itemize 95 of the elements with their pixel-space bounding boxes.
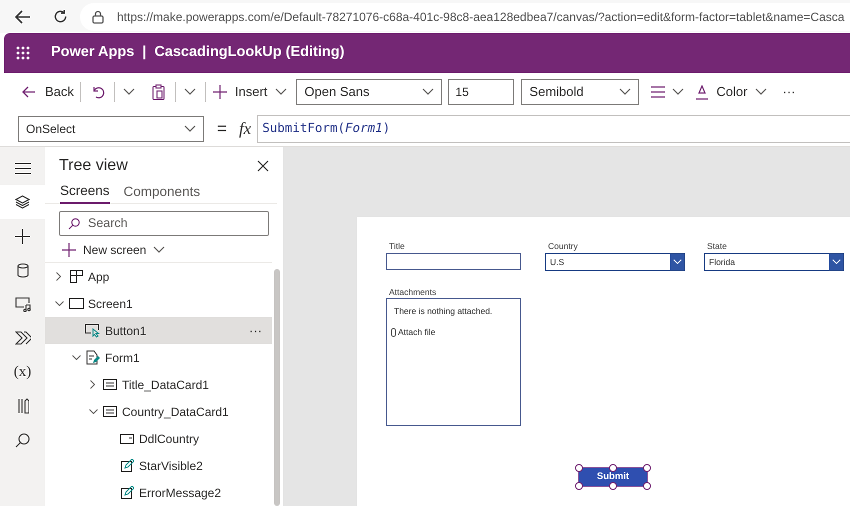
address-bar[interactable]: https://make.powerapps.com/e/Default-78271076-c68a-401c-98c8-aea128edbea7/canvas/?action=edit&form-factor=tablet&name=Casca — [80, 2, 850, 30]
card-icon — [103, 379, 117, 390]
panel-title: Tree view — [59, 156, 128, 176]
search-field[interactable]: Search — [59, 210, 269, 236]
more-options-icon[interactable]: ··· — [249, 320, 262, 340]
menu-icon — [14, 162, 30, 174]
field-label: State — [706, 240, 728, 253]
product-name[interactable]: Power Apps — [51, 42, 134, 64]
insert-button[interactable]: Insert — [212, 82, 288, 102]
attach-file-link[interactable]: Attach file — [398, 326, 436, 338]
font-size-field[interactable]: 15 — [448, 79, 514, 105]
form-icon — [86, 350, 100, 365]
chevron-down-icon[interactable] — [672, 88, 684, 96]
layers-icon — [15, 195, 30, 209]
dropdown-field[interactable]: Florida — [704, 253, 844, 271]
tree-item[interactable]: Form1 — [45, 344, 272, 371]
chevron-down-icon[interactable] — [88, 408, 98, 414]
selection-handle[interactable] — [575, 482, 583, 490]
app-icon — [70, 270, 82, 283]
back-arrow-icon — [22, 86, 36, 98]
chevron-down-icon[interactable] — [54, 300, 64, 306]
tree-item[interactable]: StarVisible2 — [45, 452, 272, 479]
formula-field[interactable]: SubmitForm(Form1) — [257, 114, 850, 142]
equals-sign: = — [217, 118, 227, 140]
paste-icon[interactable] — [152, 84, 165, 100]
selection-handle[interactable] — [609, 482, 617, 490]
tree-item[interactable]: DdlCountry — [45, 425, 272, 452]
align-icon[interactable] — [651, 86, 666, 98]
more-button[interactable]: ··· — [782, 82, 796, 102]
font-dropdown[interactable]: Open Sans — [296, 79, 442, 105]
chevron-right-icon[interactable] — [90, 380, 96, 389]
tree-item[interactable]: App — [45, 263, 272, 290]
tree-tab[interactable]: Screens — [60, 180, 110, 204]
field-label: Title — [388, 240, 406, 253]
rail-item[interactable]: (x) — [0, 355, 45, 389]
rail-item[interactable] — [0, 185, 45, 219]
selection-handle[interactable] — [609, 464, 617, 472]
plus-icon — [15, 228, 30, 244]
font-weight-dropdown[interactable]: Semibold — [521, 79, 640, 105]
back-arrow-icon[interactable] — [15, 10, 31, 24]
dropdown-field[interactable]: U.S — [545, 253, 685, 271]
tree-item[interactable]: Screen1 — [45, 290, 272, 317]
back-button[interactable]: Back — [22, 82, 74, 102]
new-screen-button[interactable]: New screen — [62, 240, 166, 261]
app-launcher-icon[interactable] — [16, 46, 30, 60]
media-icon — [14, 296, 30, 312]
database-icon — [16, 262, 28, 278]
undo-icon[interactable] — [90, 85, 105, 99]
screen-icon — [68, 298, 84, 309]
chevron-down-icon[interactable] — [184, 88, 196, 96]
close-icon[interactable] — [257, 160, 269, 172]
chevron-down-icon[interactable] — [275, 88, 288, 96]
chevron-down-icon[interactable] — [754, 88, 766, 96]
tree-item[interactable]: ErrorMessage2 — [45, 479, 272, 506]
paperclip-icon — [391, 328, 396, 337]
chevron-down-icon[interactable] — [619, 88, 632, 96]
card-icon — [103, 406, 117, 417]
flow-icon — [14, 331, 30, 345]
dropdown-icon — [120, 434, 134, 444]
search-icon — [15, 432, 30, 448]
selection-handle[interactable] — [643, 482, 651, 490]
tree-item[interactable]: Title_DataCard1 — [45, 371, 272, 398]
title-separator: | — [142, 43, 146, 62]
selection-handle[interactable] — [575, 464, 583, 472]
color-button[interactable]: Color — [695, 82, 766, 102]
variables-label: (x) — [14, 362, 32, 382]
chevron-right-icon[interactable] — [56, 272, 62, 281]
tree-item[interactable]: Country_DataCard1 — [45, 398, 272, 425]
plus-icon — [62, 243, 76, 258]
chevron-down-icon[interactable] — [422, 88, 434, 96]
fx-label[interactable]: fx — [238, 116, 252, 142]
edit-icon — [120, 459, 134, 472]
tree-item[interactable]: Button1 ··· — [45, 317, 272, 344]
empty-message: There is nothing attached. — [394, 305, 494, 318]
chevron-down-icon[interactable] — [122, 88, 135, 96]
tools-icon — [16, 398, 28, 414]
chevron-down-icon[interactable] — [184, 124, 196, 132]
paint-bucket-icon — [695, 84, 710, 100]
app-title: CascadingLookUp (Editing) — [154, 43, 344, 62]
selection-handle[interactable] — [643, 464, 651, 472]
search-icon — [68, 218, 80, 230]
button-icon — [85, 324, 101, 338]
field-label: Country — [547, 240, 579, 253]
reload-icon[interactable] — [53, 9, 68, 24]
field-label: Attachments — [388, 286, 438, 298]
submit-button[interactable]: Submit — [579, 468, 647, 486]
text-input[interactable] — [386, 253, 521, 270]
chevron-down-icon[interactable] — [153, 246, 166, 254]
scrollbar[interactable] — [274, 269, 280, 506]
lock-icon — [92, 10, 104, 24]
edit-icon — [120, 486, 134, 499]
chevron-down-icon[interactable] — [72, 354, 80, 360]
tree-tab[interactable]: Components — [124, 180, 200, 204]
plus-icon — [212, 85, 227, 99]
property-dropdown[interactable]: OnSelect — [18, 116, 204, 142]
